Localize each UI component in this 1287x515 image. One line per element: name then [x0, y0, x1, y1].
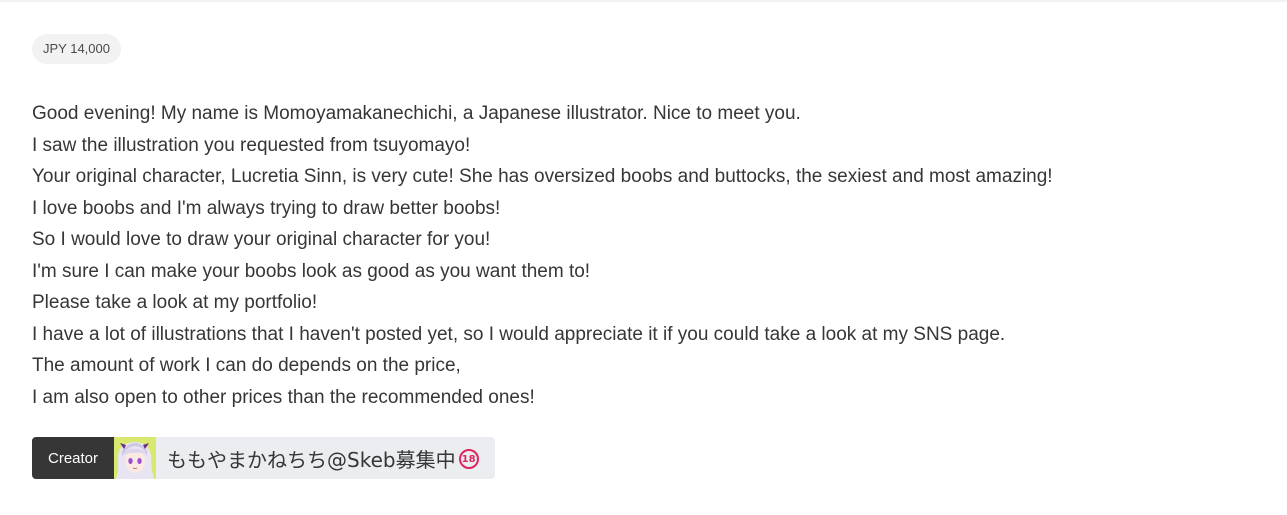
message-line: Good evening! My name is Momoyamakanechi… — [32, 103, 801, 124]
message-line: I am also open to other prices than the … — [32, 386, 535, 408]
message-line: I love boobs and I'm always trying to dr… — [32, 197, 501, 219]
creator-avatar-icon[interactable] — [114, 437, 157, 479]
message-line: Please take a look at my portfolio! — [32, 292, 318, 313]
creator-tag-link[interactable]: Creator ももやまかねちち@Skeb募集中 18 — [32, 437, 495, 479]
message-line: The amount of work I can do depends on t… — [32, 355, 461, 376]
no-under-18-icon: 18 — [458, 449, 479, 469]
creator-name[interactable]: ももやまかねちち@Skeb募集中 — [167, 444, 456, 473]
creator-info[interactable]: ももやまかねちち@Skeb募集中 18 — [114, 437, 495, 479]
message-line: I saw the illustration you requested fro… — [32, 134, 471, 156]
message-line: I have a lot of illustrations that I hav… — [32, 323, 1006, 345]
creator-label: Creator — [32, 437, 115, 479]
message-line: Your original character, Lucretia Sinn, … — [32, 166, 1053, 187]
top-divider — [0, 0, 1287, 2]
price-tag: JPY 14,000 — [32, 34, 121, 64]
message-line: So I would love to draw your original ch… — [32, 229, 491, 250]
request-card: JPY 14,000 Good evening! My name is Momo… — [32, 34, 1262, 479]
request-message: Good evening! My name is Momoyamakanechi… — [32, 98, 1262, 413]
message-line: I'm sure I can make your boobs look as g… — [32, 260, 591, 282]
